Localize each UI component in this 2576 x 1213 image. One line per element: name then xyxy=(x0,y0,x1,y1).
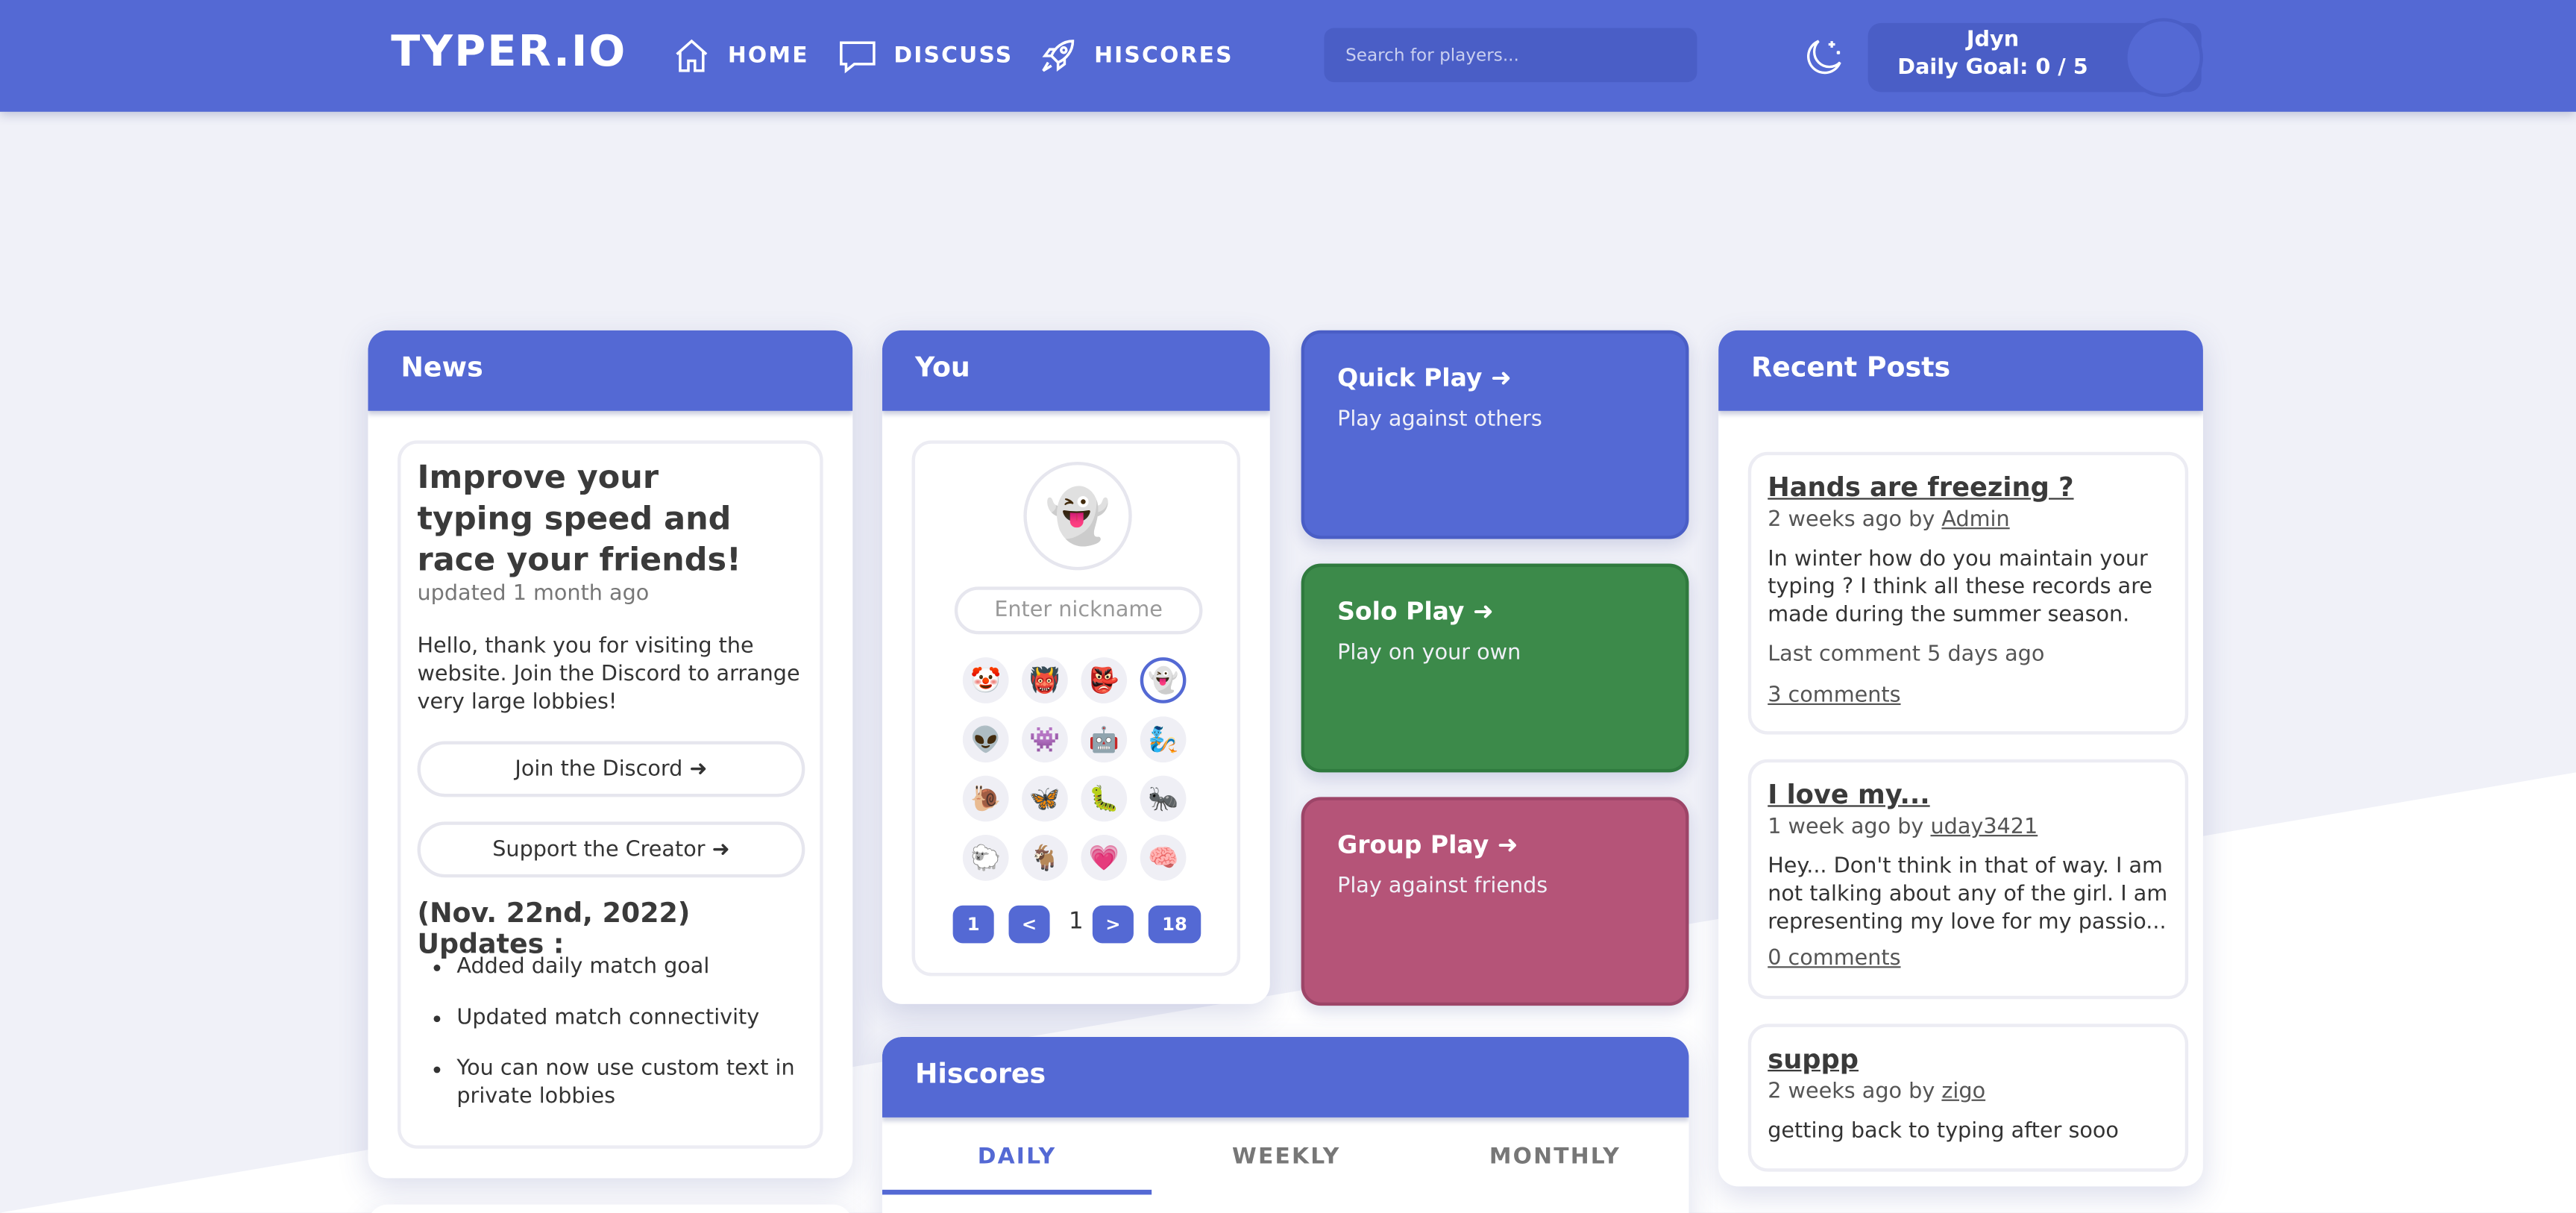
news-body: Hello, thank you for visiting the websit… xyxy=(417,634,800,715)
nickname-input[interactable] xyxy=(954,586,1203,635)
group-play-subtitle: Play against friends xyxy=(1337,874,1548,899)
tab-daily[interactable]: DAILY xyxy=(882,1118,1152,1195)
post-body: Hey... Don't think in that of way. I am … xyxy=(1768,854,2168,935)
site-logo[interactable]: TYPER.IO xyxy=(391,28,626,77)
hiscores-header: Hiscores xyxy=(882,1036,1689,1118)
avatar-emoji-option[interactable]: 💗 xyxy=(1081,835,1128,881)
nav-hiscores-label: HISCORES xyxy=(1094,43,1234,69)
selected-avatar: 👻 xyxy=(1023,461,1132,571)
user-avatar[interactable] xyxy=(2124,18,2203,97)
avatar-emoji-option[interactable]: 👺 xyxy=(1081,657,1128,703)
avatar-emoji-option[interactable]: 🤖 xyxy=(1081,716,1128,763)
solo-play-card[interactable]: Solo Play ➜ Play on your own xyxy=(1301,563,1689,773)
avatar-emoji-option[interactable]: 👹 xyxy=(1022,657,1068,703)
post-comments-link[interactable]: 0 comments xyxy=(1768,947,2168,971)
page-last-button[interactable]: 18 xyxy=(1148,905,1201,944)
nav-discuss-label: DISCUSS xyxy=(893,43,1014,69)
post-card: Hands are freezing ? 2 weeks ago by Admi… xyxy=(1747,451,2189,735)
tab-weekly[interactable]: WEEKLY xyxy=(1152,1118,1421,1195)
page-next-button[interactable]: > xyxy=(1092,905,1134,944)
post-body: In winter how do you maintain your typin… xyxy=(1768,547,2152,628)
profile-panel: 👻 🤡 👹 👺 👻 👽 👾 🤖 🧞 🐌 🦋 🐛 🐜 🐑 🐐 💗 🧠 1 < 1 > 18 xyxy=(911,440,1241,977)
post-body: getting back to typing after sooo long :… xyxy=(1768,1119,2119,1144)
chat-bubble-icon xyxy=(840,41,876,74)
avatar-emoji-option[interactable]: 🧠 xyxy=(1140,835,1187,881)
updates-list: Added daily match goal Updated match con… xyxy=(456,953,810,1134)
updates-title: (Nov. 22nd, 2022) Updates : xyxy=(417,897,691,960)
avatar-emoji-option[interactable]: 👻 xyxy=(1140,657,1187,703)
post-author-link[interactable]: zigo xyxy=(1941,1079,1985,1104)
post-comments-link[interactable]: 3 comments xyxy=(1768,683,2168,708)
avatar-emoji-option[interactable]: 🐛 xyxy=(1081,775,1128,822)
group-play-title: Group Play ➜ xyxy=(1337,830,1518,860)
daily-goal: Daily Goal: 0 / 5 xyxy=(1897,55,2088,81)
support-creator-button[interactable]: Support the Creator ➜ xyxy=(417,821,805,878)
user-name: Jdyn xyxy=(1966,28,2020,53)
news-secondary-card xyxy=(368,1204,853,1213)
avatar-emoji-option[interactable]: 🐐 xyxy=(1022,835,1068,881)
post-title[interactable]: suppp xyxy=(1768,1044,2168,1075)
nav-home[interactable]: HOME xyxy=(672,33,809,79)
post-author-link[interactable]: uday3421 xyxy=(1930,815,2038,840)
news-card: News Improve your typing speed and race … xyxy=(368,330,853,1179)
update-item: You can now use custom text in private l… xyxy=(456,1055,810,1111)
join-discord-button[interactable]: Join the Discord ➜ xyxy=(417,741,805,797)
post-title[interactable]: I love my... xyxy=(1768,779,2168,810)
recent-posts-card: Recent Posts Hands are freezing ? 2 week… xyxy=(1718,330,2203,1187)
news-updated: updated 1 month ago xyxy=(417,581,650,606)
page-current: 1 xyxy=(1068,909,1084,935)
quick-play-subtitle: Play against others xyxy=(1337,407,1542,433)
update-item: Added daily match goal xyxy=(456,953,810,981)
nav-discuss[interactable]: DISCUSS xyxy=(838,33,1013,79)
tab-monthly[interactable]: MONTHLY xyxy=(1421,1118,1688,1195)
post-meta: 1 week ago by uday3421 xyxy=(1768,815,2168,840)
top-navbar: TYPER.IO HOME DISCUSS HISCORES Jdyn Dail… xyxy=(0,0,2576,112)
avatar-emoji-option[interactable]: 🐌 xyxy=(962,775,1009,822)
news-header: News xyxy=(368,330,853,411)
post-time: 2 weeks ago by xyxy=(1768,507,1935,533)
avatar-emoji-option[interactable]: 👽 xyxy=(962,716,1009,763)
moon-stars-icon[interactable] xyxy=(1804,34,1847,77)
quick-play-card[interactable]: Quick Play ➜ Play against others xyxy=(1301,330,1689,539)
recent-posts-header: Recent Posts xyxy=(1718,330,2203,411)
solo-play-title: Solo Play ➜ xyxy=(1337,596,1494,627)
avatar-emoji-option[interactable]: 🐜 xyxy=(1140,775,1187,822)
post-last-comment: Last comment 5 days ago xyxy=(1768,642,2045,668)
quick-play-title: Quick Play ➜ xyxy=(1337,363,1512,393)
post-author-link[interactable]: Admin xyxy=(1941,508,2009,533)
avatar-emoji-option[interactable]: 🤡 xyxy=(962,657,1009,703)
post-meta: 2 weeks ago by zigo xyxy=(1768,1079,2168,1104)
avatar-emoji-option[interactable]: 🧞 xyxy=(1140,716,1187,763)
update-item: Updated match connectivity xyxy=(456,1004,810,1032)
group-play-card[interactable]: Group Play ➜ Play against friends xyxy=(1301,797,1689,1006)
page-first-button[interactable]: 1 xyxy=(952,905,994,944)
post-time: 2 weeks ago by xyxy=(1768,1079,1935,1105)
nav-home-label: HOME xyxy=(727,43,809,69)
nav-hiscores[interactable]: HISCORES xyxy=(1038,33,1234,79)
avatar-emoji-option[interactable]: 🐑 xyxy=(962,835,1009,881)
post-card: I love my... 1 week ago by uday3421 Hey.… xyxy=(1747,759,2189,1000)
solo-play-subtitle: Play on your own xyxy=(1337,641,1521,666)
avatar-emoji-option[interactable]: 🦋 xyxy=(1022,775,1068,822)
news-title: Improve your typing speed and race your … xyxy=(417,458,741,579)
post-time: 1 week ago by xyxy=(1768,815,1924,840)
you-card: You 👻 🤡 👹 👺 👻 👽 👾 🤖 🧞 🐌 🦋 🐛 🐜 🐑 🐐 💗 🧠 1 < 1 > 18 xyxy=(882,330,1270,1004)
post-card: suppp 2 weeks ago by zigo getting back t… xyxy=(1747,1024,2189,1172)
avatar-emoji-option[interactable]: 👾 xyxy=(1022,716,1068,763)
news-panel: Improve your typing speed and race your … xyxy=(398,440,823,1149)
you-header: You xyxy=(882,330,1270,411)
post-meta: 2 weeks ago by Admin xyxy=(1768,508,2168,533)
page-prev-button[interactable]: < xyxy=(1008,905,1050,944)
hiscores-card: Hiscores DAILY WEEKLY MONTHLY xyxy=(882,1036,1689,1213)
rocket-icon xyxy=(1042,40,1075,72)
player-search-input[interactable] xyxy=(1324,28,1697,83)
post-title[interactable]: Hands are freezing ? xyxy=(1768,471,2168,503)
home-icon xyxy=(676,39,708,72)
